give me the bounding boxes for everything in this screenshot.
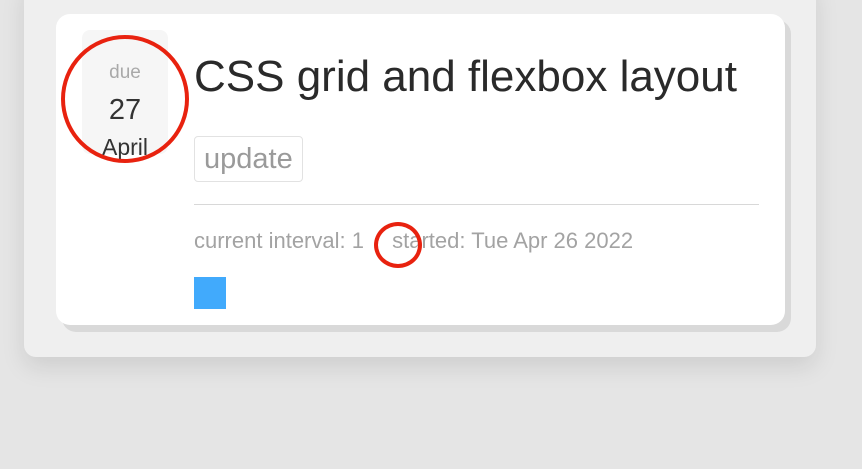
started-value: Tue Apr 26 2022 <box>471 228 634 253</box>
color-swatch[interactable] <box>194 277 226 309</box>
due-day: 27 <box>108 94 142 126</box>
due-label: due <box>109 62 141 83</box>
tag-update[interactable]: update <box>194 136 303 182</box>
task-meta: current interval: 1 started: Tue Apr 26 … <box>194 228 633 254</box>
task-card[interactable]: due 27 April CSS grid and flexbox layout… <box>56 14 785 325</box>
interval-value: 1 <box>351 228 364 253</box>
started-label: started: <box>392 228 466 253</box>
divider <box>194 204 759 205</box>
due-month: April <box>101 134 148 160</box>
interval-label: current interval: <box>194 228 346 253</box>
task-title[interactable]: CSS grid and flexbox layout <box>194 52 737 102</box>
due-date-badge: due 27 April <box>82 30 168 160</box>
